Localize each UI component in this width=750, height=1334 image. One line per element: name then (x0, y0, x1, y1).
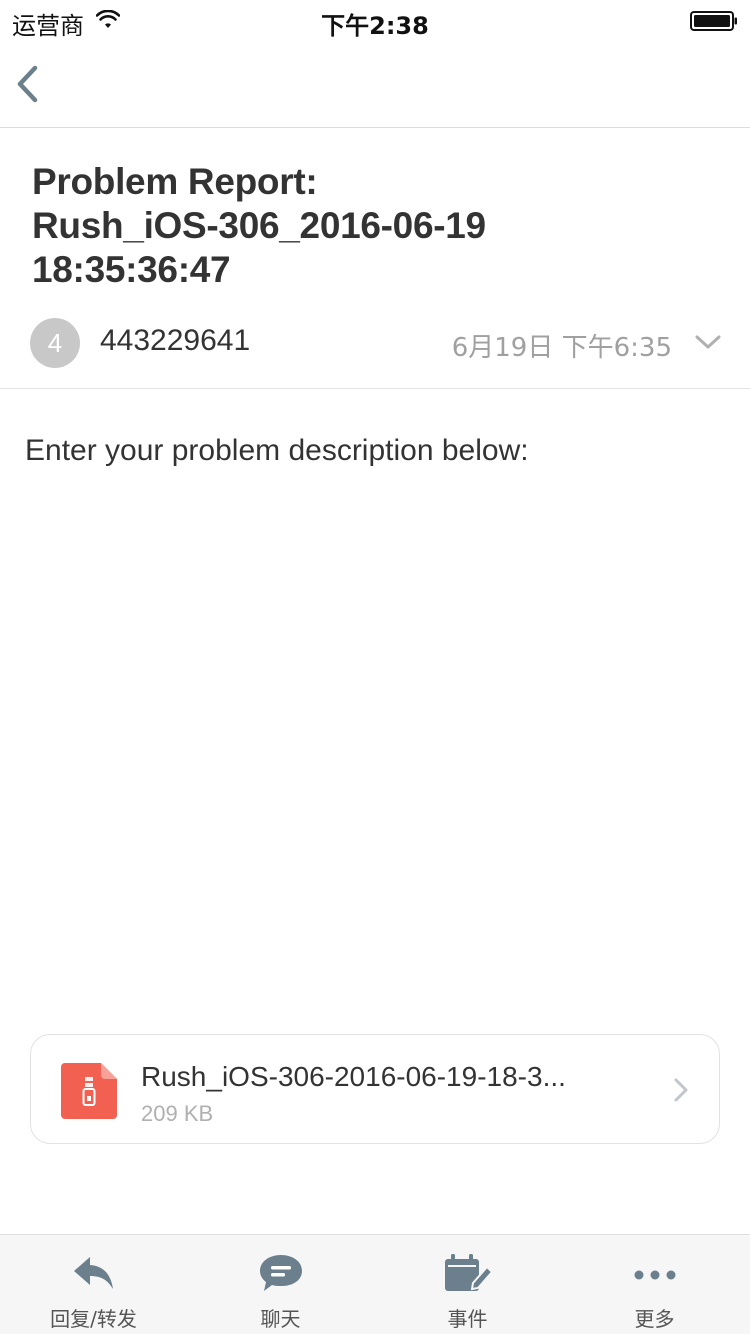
reply-forward-label: 回复/转发 (50, 1307, 137, 1331)
event-button[interactable]: 事件 (374, 1235, 561, 1334)
more-dots-icon (634, 1270, 675, 1280)
reply-icon (73, 1257, 113, 1289)
chevron-down-icon[interactable] (694, 330, 722, 354)
reply-forward-button[interactable]: 回复/转发 (0, 1235, 187, 1334)
email-subject: Problem Report: Rush_iOS-306_2016-06-19 … (32, 160, 712, 292)
avatar[interactable]: 4 (30, 318, 80, 368)
status-bar: 运营商 下午2:38 (0, 0, 750, 40)
more-button[interactable]: 更多 (561, 1235, 748, 1334)
battery-icon (690, 11, 737, 31)
calendar-edit-icon (444, 1254, 493, 1291)
sender-name[interactable]: 443229641 (100, 324, 250, 358)
header-divider (0, 388, 750, 389)
attachment-name: Rush_iOS-306-2016-06-19-18-3... (141, 1061, 566, 1092)
sender-row[interactable]: 4 443229641 6月19日 下午6:35 (0, 318, 750, 368)
event-label: 事件 (447, 1307, 488, 1331)
email-body: Enter your problem description below: (25, 434, 529, 467)
status-time: 下午2:38 (321, 12, 429, 40)
zip-file-icon (61, 1063, 117, 1119)
attachment-size: 209 KB (141, 1101, 214, 1126)
subject-line: 18:35:36:47 (32, 249, 231, 290)
chevron-right-icon (674, 1078, 688, 1102)
chat-label: 聊天 (260, 1307, 301, 1331)
back-button[interactable] (8, 62, 48, 106)
subject-line: Rush_iOS-306_2016-06-19 (32, 205, 486, 246)
chat-bubble-icon (259, 1255, 302, 1291)
more-label: 更多 (634, 1307, 675, 1331)
chevron-left-icon (17, 65, 38, 103)
chat-button[interactable]: 聊天 (187, 1235, 374, 1334)
subject-line: Problem Report: (32, 161, 318, 202)
attachment-card[interactable]: Rush_iOS-306-2016-06-19-18-3... 209 KB (30, 1034, 720, 1144)
bottom-toolbar: 回复/转发 聊天 事件 更多 (0, 1234, 750, 1334)
mail-date: 6月19日 下午6:35 (451, 333, 672, 363)
nav-bar (0, 40, 750, 128)
